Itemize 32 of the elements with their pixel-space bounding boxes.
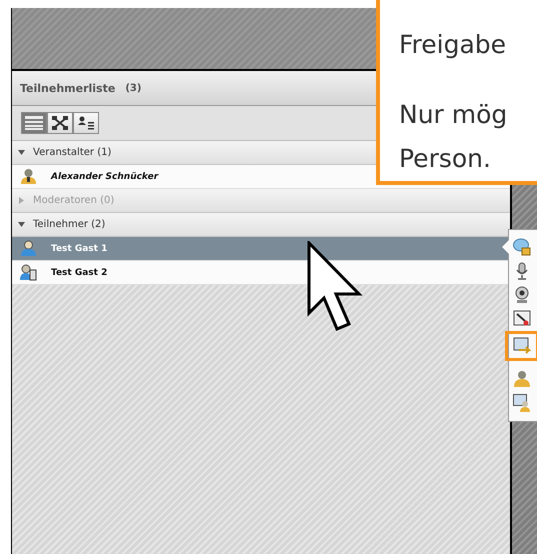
list-view-button[interactable] xyxy=(21,112,47,134)
attendee-name: Test Gast 1 xyxy=(51,244,108,254)
group-label: Veranstalter (1) xyxy=(33,147,112,158)
host-icon xyxy=(20,168,37,185)
host-icon xyxy=(513,370,531,388)
expand-arrow-icon xyxy=(18,149,25,156)
grid-view-icon xyxy=(52,116,68,130)
expand-arrow-icon xyxy=(18,221,25,228)
group-label: Moderatoren (0) xyxy=(33,195,114,206)
menu-item[interactable] xyxy=(505,331,537,361)
group-label: Teilnehmer (2) xyxy=(33,219,106,230)
attendee-name: Test Gast 2 xyxy=(51,268,108,278)
user-icon xyxy=(20,240,37,257)
attendee-row[interactable]: Test Gast 2 xyxy=(12,261,510,285)
group-header[interactable]: Teilnehmer (2) xyxy=(12,213,510,237)
chat-lock-icon xyxy=(513,238,531,256)
attendee-name: Alexander Schnücker xyxy=(51,172,158,182)
list-view-icon xyxy=(25,116,43,130)
user-phone-icon xyxy=(20,264,37,281)
webcam-icon xyxy=(513,286,531,304)
detail-view-button[interactable] xyxy=(73,112,99,134)
presenter-icon xyxy=(513,394,531,412)
attendee-count: (3) xyxy=(125,82,142,94)
expand-arrow-icon xyxy=(18,197,25,204)
mouse-cursor-icon xyxy=(307,241,365,333)
pointer-icon xyxy=(513,310,531,328)
callout-text: Nur mög xyxy=(399,99,508,131)
panel-title: Teilnehmerliste xyxy=(20,82,116,94)
callout-text: Freigabe xyxy=(399,29,508,61)
grid-view-button[interactable] xyxy=(47,112,73,134)
person-list-icon xyxy=(78,116,94,130)
screen-share-icon xyxy=(513,337,531,355)
